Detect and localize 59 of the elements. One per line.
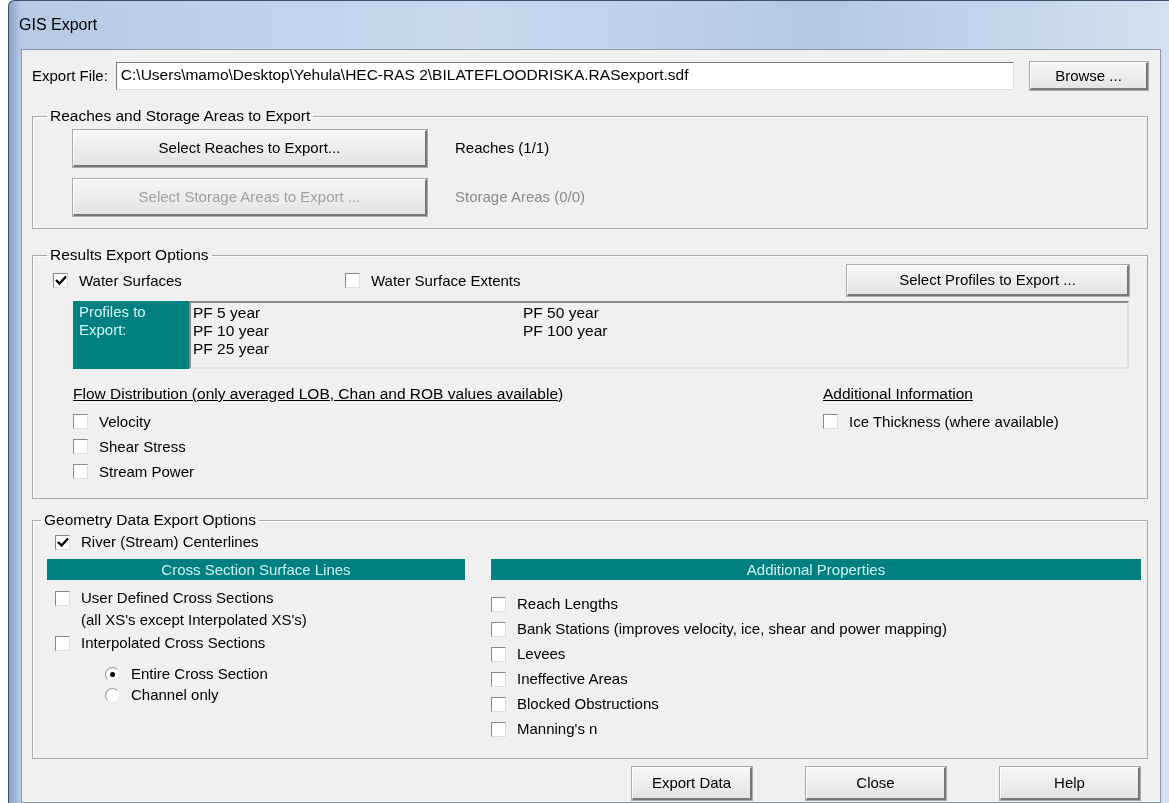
note-text: (all XS's except Interpolated XS's) (80, 610, 308, 629)
export-file-label: Export File: (32, 67, 108, 85)
checkbox-label: Ineffective Areas (517, 670, 628, 689)
checkbox[interactable] (73, 414, 88, 430)
section-heading: Flow Distribution (only averaged LOB, Chan and ROB values available) (73, 384, 565, 404)
checkbox[interactable] (55, 534, 70, 550)
section-header: Additional Properties (491, 558, 1141, 580)
checkbox[interactable] (55, 590, 70, 606)
checkbox-label: River (Stream) Centerlines (81, 533, 259, 552)
checkbox[interactable] (55, 635, 70, 651)
checkbox-label: Manning's n (517, 720, 598, 739)
checkbox-label: Reach Lengths (517, 595, 618, 614)
browse-button[interactable]: Browse ... (1030, 62, 1148, 90)
checkbox[interactable] (491, 721, 506, 737)
checkbox-label: Velocity (99, 412, 151, 431)
profile-item: PF 5 year (193, 303, 262, 322)
profile-item: PF 100 year (523, 321, 609, 340)
profile-item: PF 50 year (523, 303, 600, 322)
checkbox[interactable] (491, 596, 506, 612)
checkbox-label: Interpolated Cross Sections (81, 634, 266, 653)
checkbox[interactable] (491, 621, 506, 637)
checkbox[interactable] (53, 273, 68, 289)
checkbox[interactable] (345, 273, 360, 289)
radio-label: Entire Cross Section (131, 665, 268, 684)
checkbox-label: Ice Thickness (where available) (849, 412, 1059, 431)
profile-item: PF 25 year (193, 339, 270, 358)
checkbox-label: Levees (517, 645, 566, 664)
checkbox[interactable] (491, 646, 506, 662)
section-header: Cross Section Surface Lines (47, 558, 465, 580)
checkbox[interactable] (823, 414, 838, 430)
checkbox-label: Blocked Obstructions (517, 695, 659, 714)
checkbox-label: Shear Stress (99, 437, 186, 456)
select-button[interactable]: Select Reaches to Export... (73, 129, 427, 167)
group-title: Reaches and Storage Areas to Export (49, 107, 312, 126)
radio-label: Channel only (131, 686, 219, 705)
radio-button[interactable] (105, 666, 120, 682)
group-title: Results Export Options (49, 246, 210, 265)
status-text: Storage Areas (0/0) (455, 188, 586, 207)
dialog-button[interactable]: Close (806, 767, 946, 800)
profiles-label: Profiles to Export: (73, 300, 189, 369)
dialog-button[interactable]: Export Data (632, 767, 752, 800)
window-title: GIS Export (18, 15, 99, 35)
checkbox-label: Water Surface Extents (371, 271, 521, 290)
checkbox-label: Stream Power (99, 462, 195, 481)
checkbox-label: User Defined Cross Sections (81, 589, 274, 608)
checkbox[interactable] (491, 671, 506, 687)
radio-button[interactable] (105, 687, 120, 703)
checkbox[interactable] (73, 464, 88, 480)
checkbox[interactable] (73, 439, 88, 455)
status-text: Reaches (1/1) (455, 139, 550, 158)
profile-item: PF 10 year (193, 321, 270, 340)
checkbox[interactable] (491, 696, 506, 712)
checkbox-label: Water Surfaces (79, 271, 182, 290)
group-title: Geometry Data Export Options (43, 511, 257, 530)
section-heading: Additional Information (823, 384, 974, 404)
dialog-button[interactable]: Help (1000, 767, 1140, 800)
select-profiles-button[interactable]: Select Profiles to Export ... (847, 265, 1129, 297)
export-file-field[interactable]: C:\Users\mamo\Desktop\Yehula\HEC-RAS 2\BILATEFLOODRISKA.RASexport.sdf (115, 62, 1014, 90)
checkbox-label: Bank Stations (improves velocity, ice, shear and power mapping) (517, 620, 947, 639)
